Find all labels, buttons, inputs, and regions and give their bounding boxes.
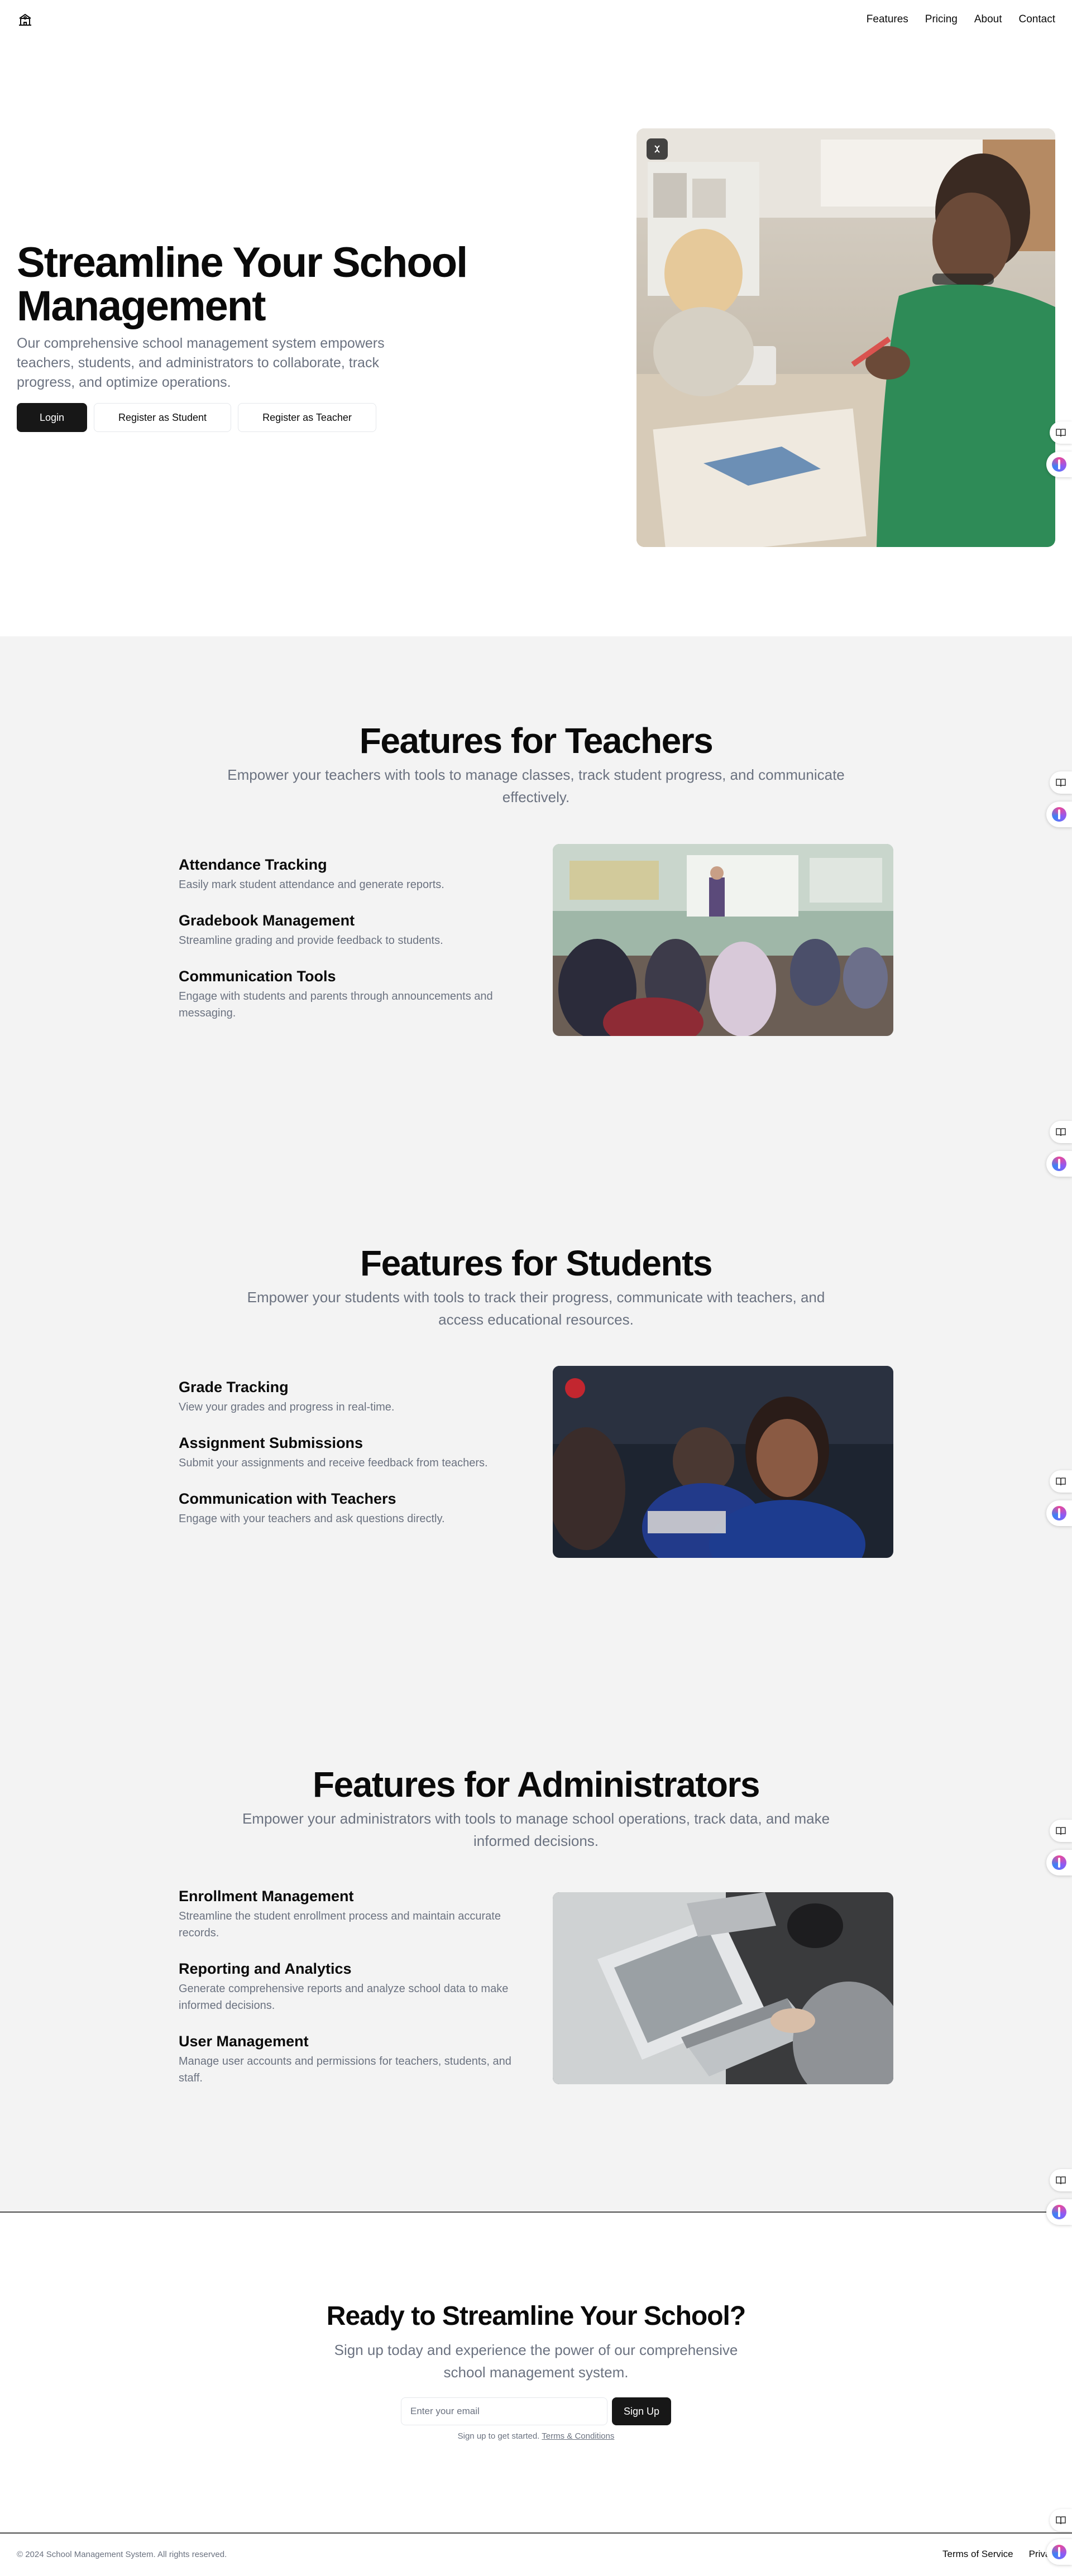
book-icon[interactable] — [1050, 2169, 1072, 2191]
brain-icon[interactable] — [1046, 1500, 1072, 1526]
hero-classroom-image — [636, 128, 1055, 547]
feature-description: Streamline the student enrollment proces… — [179, 1910, 501, 1939]
feature-title: Communication with Teachers — [179, 1490, 396, 1507]
section-subtitle: Empower your teachers with tools to mana… — [227, 766, 845, 805]
feature-item: User Management Manage user accounts and… — [179, 2032, 525, 2086]
nav-link-contact[interactable]: Contact — [1019, 13, 1055, 26]
feature-title: Assignment Submissions — [179, 1435, 363, 1451]
signup-button[interactable]: Sign Up — [612, 2397, 671, 2425]
section-subtitle: Empower your administrators with tools t… — [242, 1810, 830, 1849]
floating-widget — [1046, 1820, 1072, 1886]
nav-link-features[interactable]: Features — [867, 13, 908, 26]
cta-subtitle: Sign up today and experience the power o… — [334, 2342, 738, 2381]
cta-title: Ready to Streamline Your School? — [326, 2301, 746, 2331]
feature-title: Grade Tracking — [179, 1379, 289, 1395]
section-title: Features for Administrators — [313, 1764, 760, 1805]
floating-widget — [1046, 2509, 1072, 2575]
feature-description: Manage user accounts and permissions for… — [179, 2055, 511, 2084]
brain-icon[interactable] — [1046, 452, 1072, 477]
hero-title: Streamline Your School Management — [17, 239, 468, 330]
feature-description: Easily mark student attendance and gener… — [179, 879, 444, 891]
section-subtitle: Empower your students with tools to trac… — [247, 1289, 825, 1328]
footer-copyright: © 2024 School Management System. All rig… — [17, 2550, 227, 2559]
school-logo-icon[interactable] — [17, 11, 34, 28]
signup-note-text: Sign up to get started. — [457, 2431, 540, 2441]
floating-widget — [1046, 421, 1072, 487]
administrators-laptop-image — [553, 1892, 893, 2084]
feature-item: Assignment Submissions Submit your assig… — [179, 1433, 525, 1471]
hero-section: Streamline Your School Management Our co… — [0, 39, 1072, 636]
terms-link[interactable]: Terms & Conditions — [542, 2431, 614, 2441]
section-title: Features for Students — [360, 1243, 712, 1283]
book-icon[interactable] — [1050, 1470, 1072, 1493]
main-nav: Features Pricing About Contact — [867, 13, 1055, 26]
feature-item: Reporting and Analytics Generate compreh… — [179, 1959, 525, 2014]
nav-link-about[interactable]: About — [974, 13, 1002, 26]
feature-title: Communication Tools — [179, 968, 336, 985]
feature-item: Grade Tracking View your grades and prog… — [179, 1378, 525, 1416]
book-icon[interactable] — [1050, 1121, 1072, 1143]
image-badge-icon[interactable] — [647, 138, 668, 160]
book-icon[interactable] — [1050, 771, 1072, 794]
signup-form: Sign Up — [401, 2397, 671, 2425]
brain-icon[interactable] — [1046, 2199, 1072, 2225]
feature-item: Attendance Tracking Easily mark student … — [179, 855, 525, 893]
brain-icon[interactable] — [1046, 802, 1072, 827]
section-title: Features for Teachers — [359, 721, 714, 761]
feature-item: Enrollment Management Streamline the stu… — [179, 1887, 525, 1941]
floating-widget — [1046, 771, 1072, 837]
feature-item: Gradebook Management Streamline grading … — [179, 911, 525, 949]
feature-description: Generate comprehensive reports and analy… — [179, 1983, 509, 2012]
floating-widget — [1046, 1470, 1072, 1536]
brain-icon[interactable] — [1046, 2539, 1072, 2565]
section-divider — [0, 2212, 1072, 2213]
feature-item: Communication with Teachers Engage with … — [179, 1489, 525, 1527]
register-student-button[interactable]: Register as Student — [94, 403, 231, 432]
feature-description: Engage with students and parents through… — [179, 990, 493, 1019]
features-background — [0, 636, 1072, 2212]
feature-title: Enrollment Management — [179, 1888, 354, 1905]
feature-title: Gradebook Management — [179, 912, 355, 929]
footer-divider — [0, 2532, 1072, 2534]
feature-description: Submit your assignments and receive feed… — [179, 1457, 488, 1469]
nav-link-pricing[interactable]: Pricing — [925, 13, 958, 26]
footer-links: Terms of Service Privacy — [942, 2549, 1060, 2560]
login-button[interactable]: Login — [17, 403, 87, 432]
feature-description: Engage with your teachers and ask questi… — [179, 1513, 445, 1525]
book-icon[interactable] — [1050, 421, 1072, 444]
brain-icon[interactable] — [1046, 1151, 1072, 1177]
book-icon[interactable] — [1050, 1820, 1072, 1842]
feature-description: View your grades and progress in real-ti… — [179, 1401, 395, 1413]
students-classroom-image — [553, 1366, 893, 1558]
feature-title: Attendance Tracking — [179, 856, 327, 873]
feature-description: Streamline grading and provide feedback … — [179, 934, 443, 947]
brain-icon[interactable] — [1046, 1850, 1072, 1875]
teachers-classroom-image — [553, 844, 893, 1036]
floating-widget — [1046, 1121, 1072, 1187]
hero-buttons: Login Register as Student Register as Te… — [17, 403, 376, 432]
feature-title: User Management — [179, 2033, 309, 2050]
feature-title: Reporting and Analytics — [179, 1960, 352, 1977]
book-icon[interactable] — [1050, 2509, 1072, 2531]
register-teacher-button[interactable]: Register as Teacher — [238, 403, 376, 432]
feature-item: Communication Tools Engage with students… — [179, 967, 525, 1021]
email-input[interactable] — [401, 2397, 607, 2425]
footer-link-terms[interactable]: Terms of Service — [942, 2549, 1013, 2560]
floating-widget — [1046, 2169, 1072, 2235]
hero-description: Our comprehensive school management syst… — [17, 335, 385, 390]
signup-note: Sign up to get started. Terms & Conditio… — [0, 2431, 1072, 2441]
site-header: Features Pricing About Contact — [0, 0, 1072, 39]
